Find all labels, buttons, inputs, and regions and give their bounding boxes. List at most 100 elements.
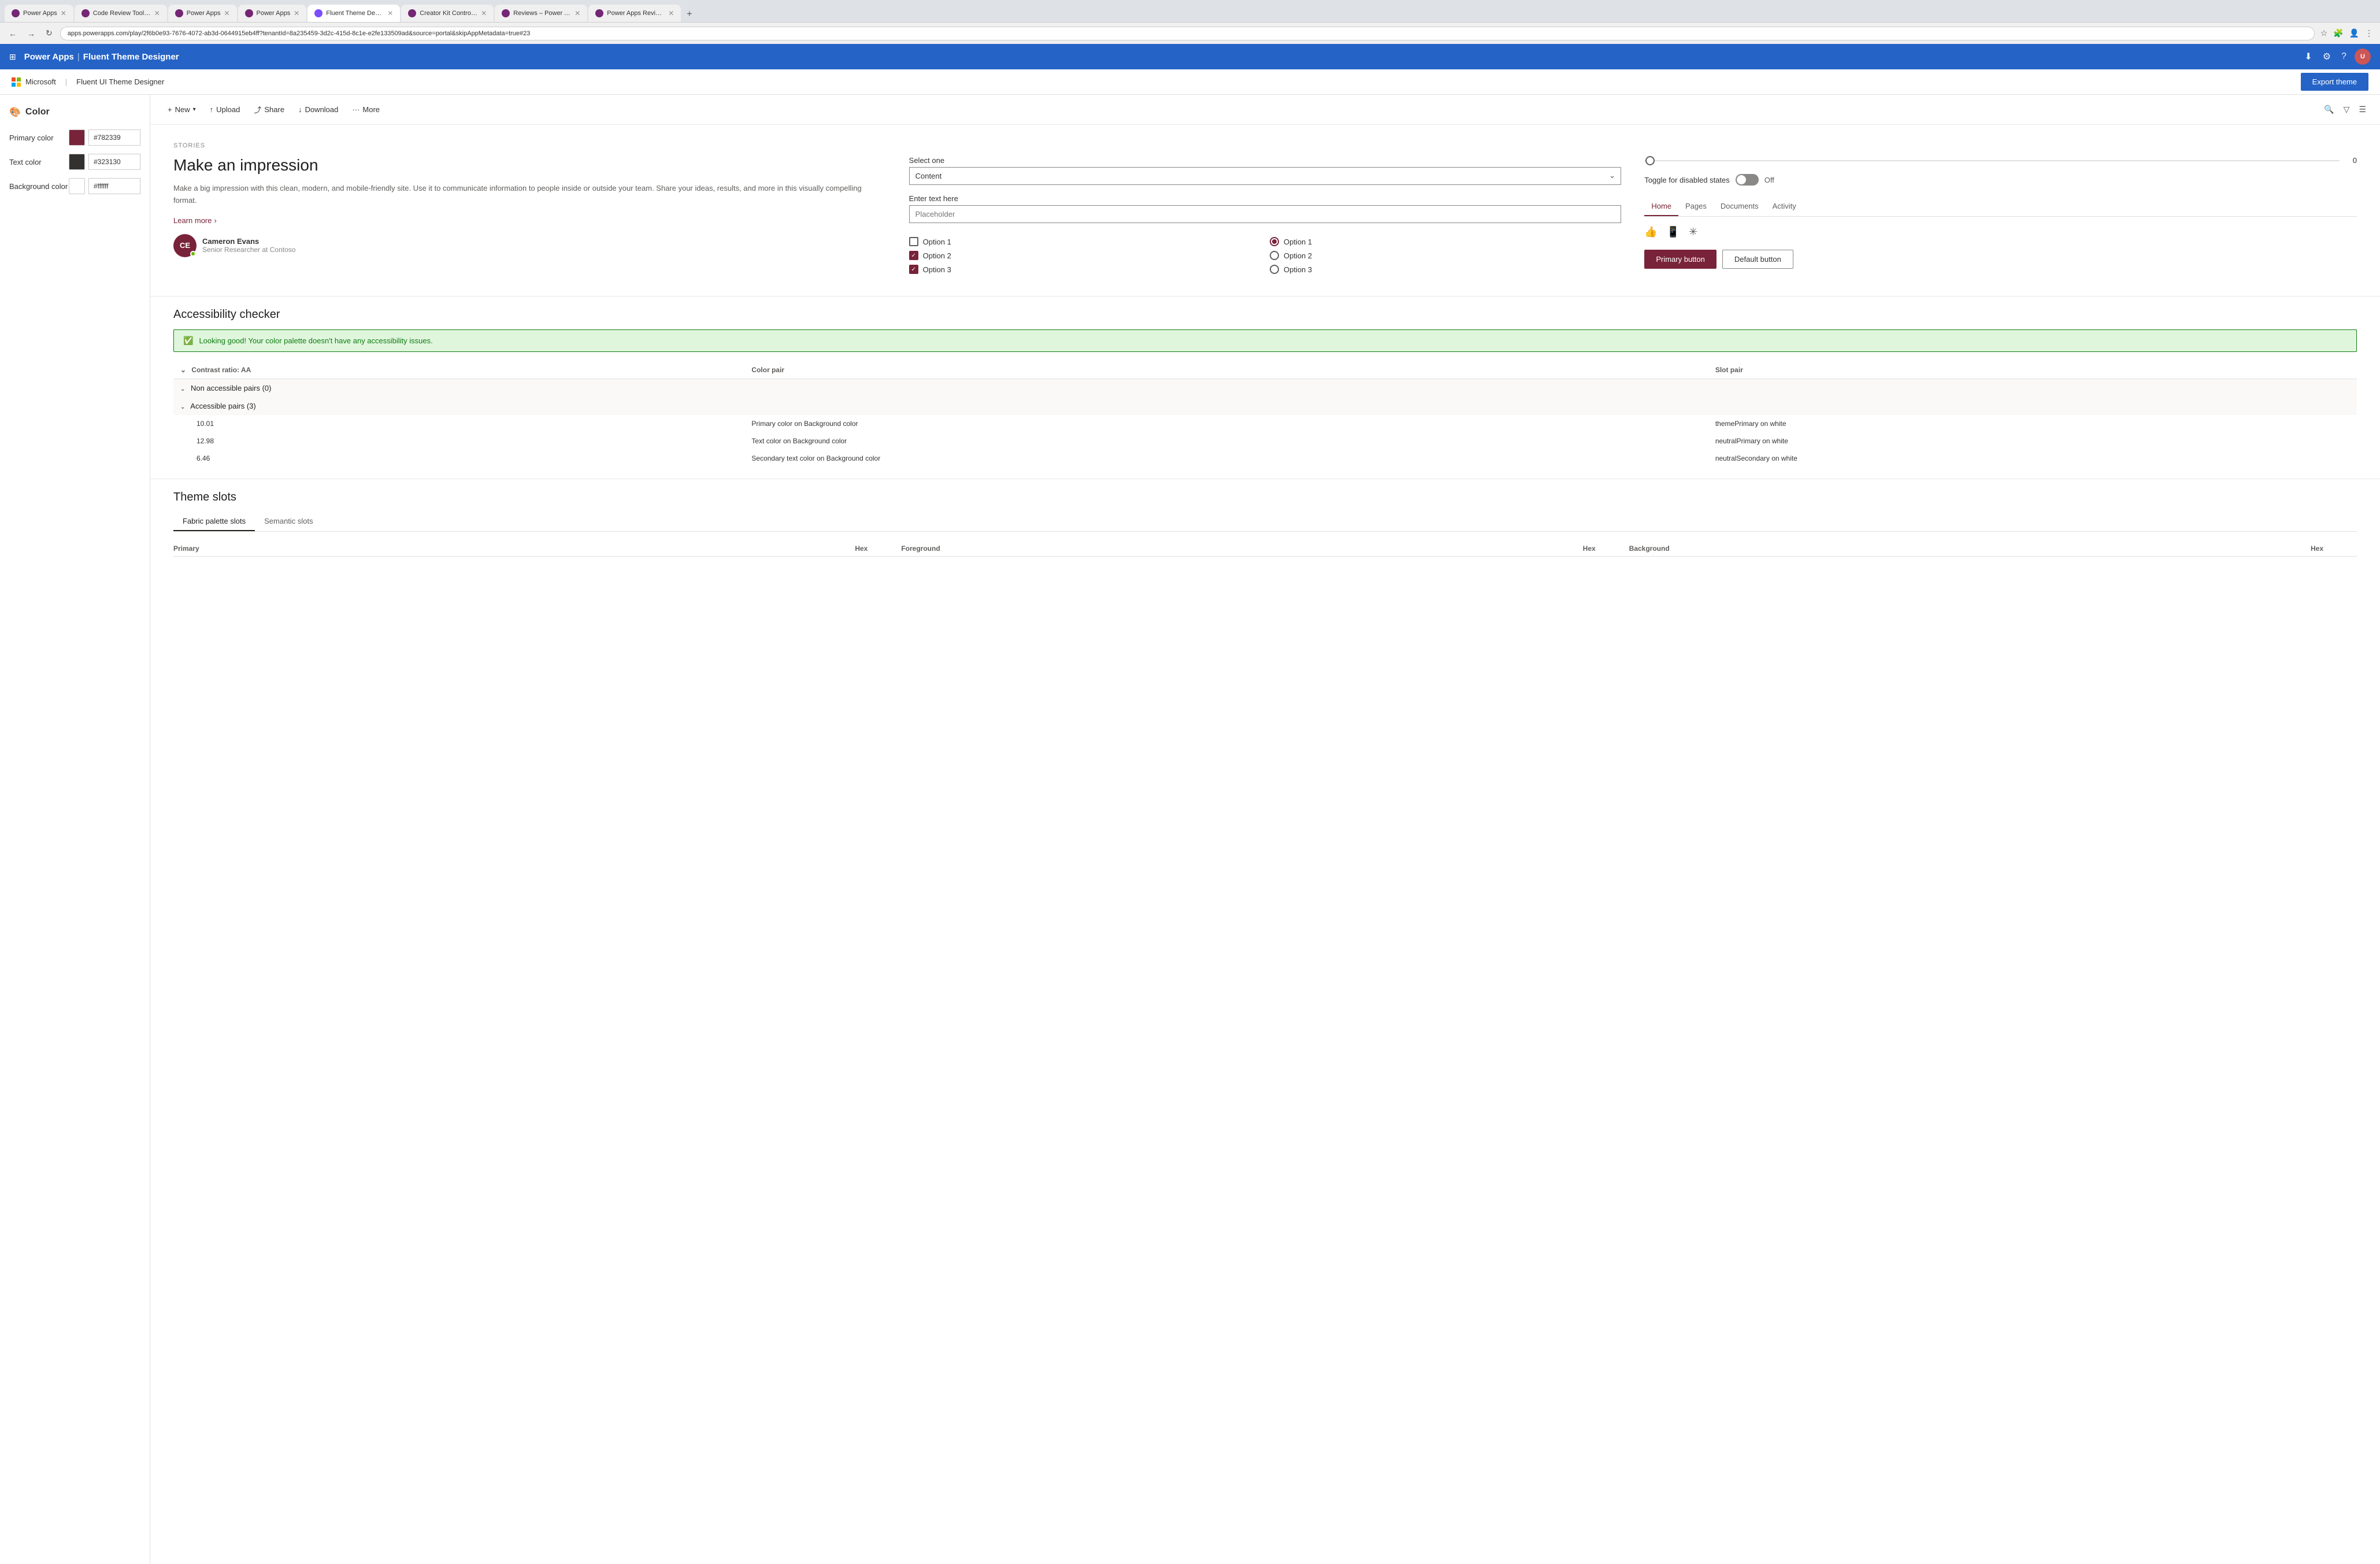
search-toolbar-button[interactable]: 🔍 [2322,102,2336,117]
forward-button[interactable]: → [24,28,38,39]
avatar[interactable]: U [2355,49,2371,65]
extensions-button[interactable]: 🧩 [2332,27,2344,39]
nav-tab-home[interactable]: Home [1644,197,1678,216]
accessibility-title: Accessibility checker [173,308,2357,321]
checkbox-2[interactable]: ✓ [909,251,918,260]
text-color-swatch[interactable] [69,154,85,170]
share-icon: ⤴ [254,104,261,115]
tab-close-4[interactable]: ✕ [294,9,299,17]
contrast-table-header-row: ⌄ Contrast ratio: AA Color pair Slot pai… [173,361,2357,379]
new-button[interactable]: + New ▾ [162,102,202,117]
thumbs-up-icon-button[interactable]: 👍 [1644,226,1657,238]
radio-3[interactable] [1270,265,1279,274]
default-button[interactable]: Default button [1722,250,1793,269]
sidebar-section-title: 🎨 Color [9,106,140,118]
slider-track[interactable] [1644,160,2340,161]
demo-avatar: CE [173,234,197,257]
tab-close-5[interactable]: ✕ [387,9,393,17]
tab-close-3[interactable]: ✕ [224,9,229,17]
slot-tab-fabric[interactable]: Fabric palette slots [173,512,255,531]
bookmark-button[interactable]: ☆ [2319,27,2329,39]
browser-tab-2[interactable]: Code Review Tool Experim... ✕ [75,5,167,22]
browser-tab-5[interactable]: Fluent Theme Designer - ✕ [307,5,400,22]
nav-tab-documents[interactable]: Documents [1714,197,1766,216]
profile-button[interactable]: 👤 [2348,27,2360,39]
browser-tab-4[interactable]: Power Apps ✕ [238,5,307,22]
browser-tab-8[interactable]: Power Apps Review Tool – ✕ [588,5,681,22]
primary-color-input[interactable] [88,129,140,146]
menu-button[interactable]: ⋮ [2364,27,2374,39]
browser-address-bar: ← → ↻ ☆ 🧩 👤 ⋮ [0,22,2380,44]
demo-content: STORIES Make an impression Make a big im… [150,125,2380,296]
checkbox-1[interactable] [909,237,918,246]
select-label: Select one [909,156,1622,165]
filter-toolbar-button[interactable]: ▽ [2341,102,2352,117]
more-button[interactable]: ··· More [346,102,385,117]
contrast-table: ⌄ Contrast ratio: AA Color pair Slot pai… [173,361,2357,467]
tab-label-7: Reviews – Power Apps [513,10,571,17]
slot-tab-semantic[interactable]: Semantic slots [255,512,322,531]
select-dropdown[interactable]: Content [909,167,1622,185]
text-input[interactable] [909,205,1622,223]
checkbox-3[interactable]: ✓ [909,265,918,274]
mobile-icon-button[interactable]: 📱 [1667,226,1680,238]
nav-tab-pages[interactable]: Pages [1678,197,1714,216]
slot-pair-1: themePrimary on white [1708,415,2357,432]
asterisk-icon-button[interactable]: ✳ [1689,226,1697,238]
reload-button[interactable]: ↻ [43,27,55,39]
tab-close-6[interactable]: ✕ [481,9,487,17]
main-layout: 🎨 Color Primary color Text color Backgro… [0,95,2380,1564]
browser-tab-6[interactable]: Creator Kit Control Refere... ✕ [401,5,494,22]
microsoft-logo: Microsoft | Fluent UI Theme Designer [12,77,164,87]
address-input[interactable] [60,27,2315,40]
text-color-input[interactable] [88,154,140,170]
upload-button[interactable]: ↑ Upload [204,102,246,117]
ms-sq-blue [12,83,16,87]
settings-icon-button[interactable]: ⚙ [2320,49,2333,65]
toggle-state: Off [1764,176,1774,184]
waffle-icon[interactable]: ⊞ [9,52,16,62]
tab-icon-6 [408,9,416,17]
browser-tab-1[interactable]: Power Apps ✕ [5,5,73,22]
new-tab-button[interactable]: + [682,7,696,22]
tab-icon-1 [12,9,20,17]
accessible-label: ⌄ Accessible pairs (3) [173,397,2357,415]
slot-pair-2: neutralPrimary on white [1708,432,2357,450]
share-button[interactable]: ⤴ Share [248,101,290,118]
title-separator: | [77,52,80,62]
nav-tab-activity[interactable]: Activity [1766,197,1803,216]
radio-1[interactable] [1270,237,1279,246]
tab-close-7[interactable]: ✕ [574,9,580,17]
slider-thumb[interactable] [1645,156,1655,165]
learn-more-link[interactable]: Learn more › [173,216,217,225]
layout-toolbar-button[interactable]: ☰ [2356,102,2368,117]
primary-button[interactable]: Primary button [1644,250,1717,269]
toggle-label: Toggle for disabled states [1644,176,1729,184]
primary-color-row: Primary color [9,129,140,146]
demo-grid: Make an impression Make a big impression… [173,156,2357,279]
primary-color-swatch[interactable] [69,129,85,146]
back-button[interactable]: ← [6,28,20,39]
sub-header: Microsoft | Fluent UI Theme Designer Exp… [0,69,2380,95]
help-icon-button[interactable]: ? [2339,49,2349,64]
tab-icon-7 [502,9,510,17]
radio-group: Option 1 Option 2 Option 3 [1270,237,1621,279]
select-group: Select one Content [909,156,1622,185]
tab-close-1[interactable]: ✕ [61,9,66,17]
browser-tab-7[interactable]: Reviews – Power Apps ✕ [495,5,587,22]
export-theme-button[interactable]: Export theme [2301,73,2368,91]
background-color-swatch[interactable] [69,178,85,194]
input-group: Enter text here [909,194,1622,223]
learn-more-text: Learn more [173,216,212,225]
radio-inner-1 [1272,239,1277,244]
background-color-input[interactable] [88,178,140,194]
download-button[interactable]: ↓ Download [292,102,344,117]
checkbox-label-3: Option 3 [923,265,951,274]
non-accessible-section-row: ⌄ Non accessible pairs (0) [173,379,2357,398]
browser-tab-3[interactable]: Power Apps ✕ [168,5,237,22]
radio-2[interactable] [1270,251,1279,260]
download-icon-button[interactable]: ⬇ [2302,49,2314,65]
toggle[interactable] [1736,174,1759,186]
tab-close-2[interactable]: ✕ [154,9,160,17]
tab-close-8[interactable]: ✕ [668,9,674,17]
